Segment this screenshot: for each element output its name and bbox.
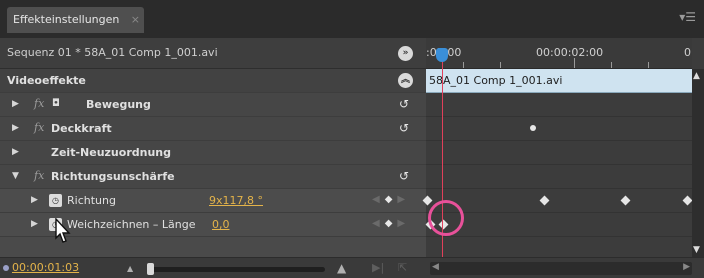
zoom-out-icon[interactable]: ▲	[127, 264, 133, 273]
tab-effect-controls[interactable]: Effekteinstellungen ×	[7, 7, 144, 33]
vertical-scrollbar[interactable]: ▲ ▼	[692, 69, 704, 257]
sequence-label: Sequenz 01 * 58A_01 Comp 1_001.avi	[7, 46, 218, 59]
effect-row-richtungsunschaerfe[interactable]: ▼ fx Richtungsunschärfe ↺	[0, 165, 426, 189]
double-chevron-icon[interactable]: »	[398, 46, 413, 61]
status-dot-icon	[3, 265, 9, 271]
tab-title: Effekteinstellungen	[13, 13, 120, 26]
playhead-handle[interactable]	[436, 48, 448, 62]
effect-label: Zeit-Neuzuordnung	[51, 146, 171, 159]
fx-icon[interactable]: fx	[34, 97, 44, 110]
keyframe[interactable]	[539, 195, 550, 206]
zoom-slider[interactable]	[150, 267, 325, 272]
ruler-tick	[648, 62, 649, 68]
property-label: Richtung	[67, 194, 116, 207]
timeline-area: :01:00 00:00:02:00 0 58A_01 Comp 1_001.a…	[422, 38, 704, 257]
horizontal-scrollbar[interactable]: ◀ ▶	[430, 262, 692, 275]
timeline-row	[422, 189, 693, 213]
scroll-left-icon[interactable]: ◀	[432, 262, 439, 272]
timeline-row	[426, 93, 692, 117]
keyframe-navigator[interactable]: ◀◆▶	[372, 218, 410, 229]
scroll-down-icon[interactable]: ▼	[693, 245, 700, 255]
ruler-time-label: 00:00:02:00	[536, 46, 604, 59]
tab-close-icon[interactable]: ×	[131, 7, 140, 33]
effect-row-deckkraft[interactable]: ▶ fx Deckkraft ↺	[0, 117, 426, 141]
video-effects-label: Videoeffekte	[7, 74, 86, 87]
ruler-time-label: 0	[684, 46, 691, 59]
expand-triangle-icon[interactable]: ▶	[31, 195, 38, 205]
mouse-pointer-icon	[55, 218, 71, 243]
expand-triangle-icon[interactable]: ▶	[12, 99, 19, 109]
property-row-richtung: ▶ ◷ Richtung 9x117,8 ° ◀◆▶	[0, 189, 426, 213]
clip-name: 58A_01 Comp 1_001.avi	[429, 74, 563, 87]
expand-triangle-icon[interactable]: ▶	[12, 147, 19, 157]
scroll-right-icon[interactable]: ▶	[683, 262, 690, 272]
ruler-tick	[463, 62, 464, 68]
video-effects-header: Videoeffekte ︽	[0, 69, 426, 93]
keyframe-navigator[interactable]: ◀◆▶	[372, 194, 410, 205]
fx-icon[interactable]: fx	[34, 169, 44, 182]
play-audio-icon[interactable]: ▶|	[372, 261, 384, 274]
collapse-chevron-icon[interactable]: ︽	[398, 73, 413, 88]
footer-bar: 00:00:01:03 ▲ ▲ ▶| ⇱ ◀ ▶	[0, 257, 704, 278]
property-value[interactable]: 9x117,8 °	[209, 194, 263, 207]
property-label: Weichzeichnen – Länge	[67, 218, 196, 231]
highlight-ring	[428, 200, 464, 236]
effect-label: Richtungsunschärfe	[51, 170, 175, 183]
motion-icon[interactable]: ◘	[52, 98, 60, 109]
keyframe[interactable]	[620, 195, 631, 206]
fx-icon[interactable]: fx	[34, 121, 44, 134]
reset-icon[interactable]: ↺	[399, 169, 409, 183]
property-value[interactable]: 0,0	[212, 218, 230, 231]
timeline-row	[426, 141, 692, 165]
loop-icon[interactable]: ⇱	[398, 261, 407, 274]
effect-label: Bewegung	[86, 98, 151, 111]
keyframe[interactable]	[682, 195, 693, 206]
expand-triangle-icon[interactable]: ▶	[12, 123, 19, 133]
current-timecode[interactable]: 00:00:01:03	[12, 261, 79, 274]
effect-row-bewegung[interactable]: ▶ fx ◘ Bewegung ↺	[0, 93, 426, 117]
time-ruler[interactable]: :01:00 00:00:02:00 0	[426, 38, 692, 69]
collapse-triangle-icon[interactable]: ▼	[12, 171, 19, 181]
stopwatch-icon[interactable]: ◷	[49, 194, 62, 207]
panel-menu-icon[interactable]: ▾☰	[679, 10, 696, 24]
zoom-in-icon[interactable]: ▲	[337, 261, 346, 275]
expand-triangle-icon[interactable]: ▶	[31, 219, 38, 229]
reset-icon[interactable]: ↺	[399, 121, 409, 135]
zoom-slider-thumb[interactable]	[147, 263, 154, 275]
timeline-row	[426, 117, 692, 141]
effect-label: Deckkraft	[51, 122, 112, 135]
effect-row-zeit-neuzuordnung[interactable]: ▶ Zeit-Neuzuordnung	[0, 141, 426, 165]
ruler-tick	[574, 58, 575, 68]
ruler-tick	[500, 62, 501, 68]
ruler-tick	[611, 62, 612, 68]
clip-bar[interactable]: 58A_01 Comp 1_001.avi	[426, 69, 692, 93]
keyframe-dot[interactable]	[530, 125, 536, 131]
tab-strip: Effekteinstellungen × ▾☰	[0, 0, 704, 38]
effect-controls-panel: Effekteinstellungen × ▾☰ Sequenz 01 * 58…	[0, 0, 704, 278]
scroll-up-icon[interactable]: ▲	[693, 71, 700, 81]
reset-icon[interactable]: ↺	[399, 97, 409, 111]
sequence-header: Sequenz 01 * 58A_01 Comp 1_001.avi »	[0, 38, 426, 69]
timeline-row	[425, 213, 692, 237]
timeline-row	[426, 165, 692, 189]
